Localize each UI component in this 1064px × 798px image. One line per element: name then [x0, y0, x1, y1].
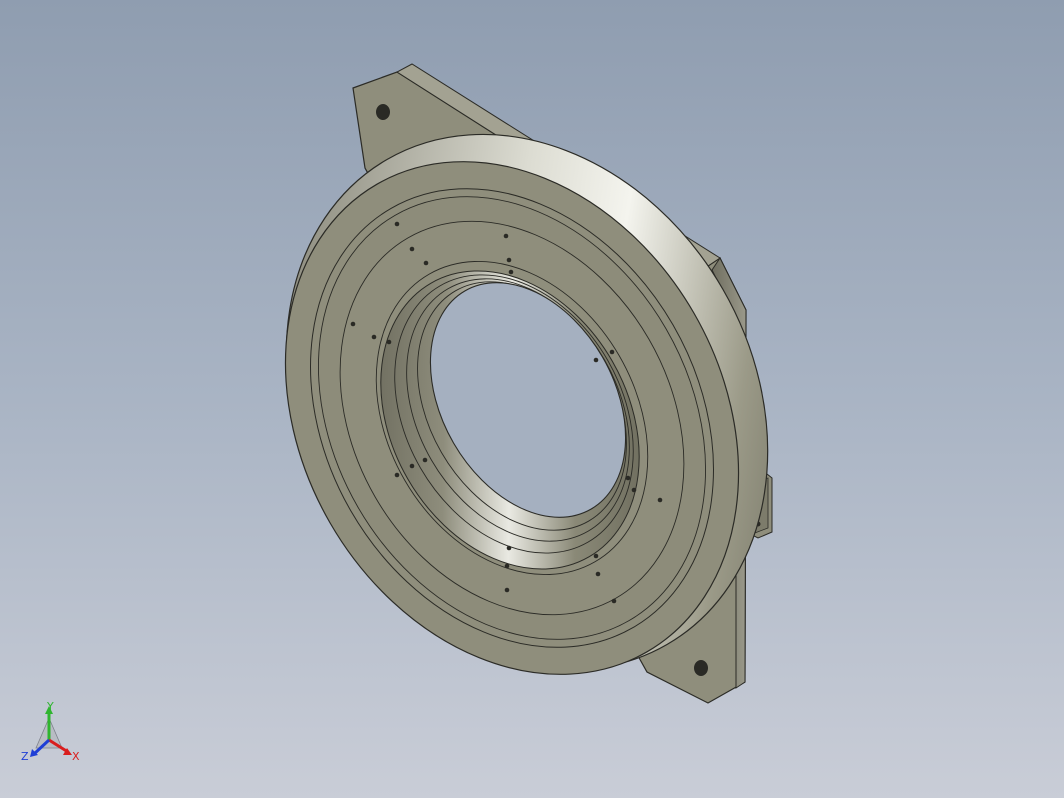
graphics-viewport[interactable]: Y X Z — [0, 0, 1064, 798]
mounting-hole — [376, 104, 390, 120]
view-orientation-triad[interactable]: Y X Z — [18, 700, 88, 770]
mounting-hole — [694, 660, 708, 676]
y-axis-label: Y — [46, 700, 54, 713]
rotary-table-3d-model[interactable] — [0, 0, 1064, 798]
z-axis-label: Z — [21, 750, 29, 763]
x-axis-label: X — [72, 750, 80, 763]
